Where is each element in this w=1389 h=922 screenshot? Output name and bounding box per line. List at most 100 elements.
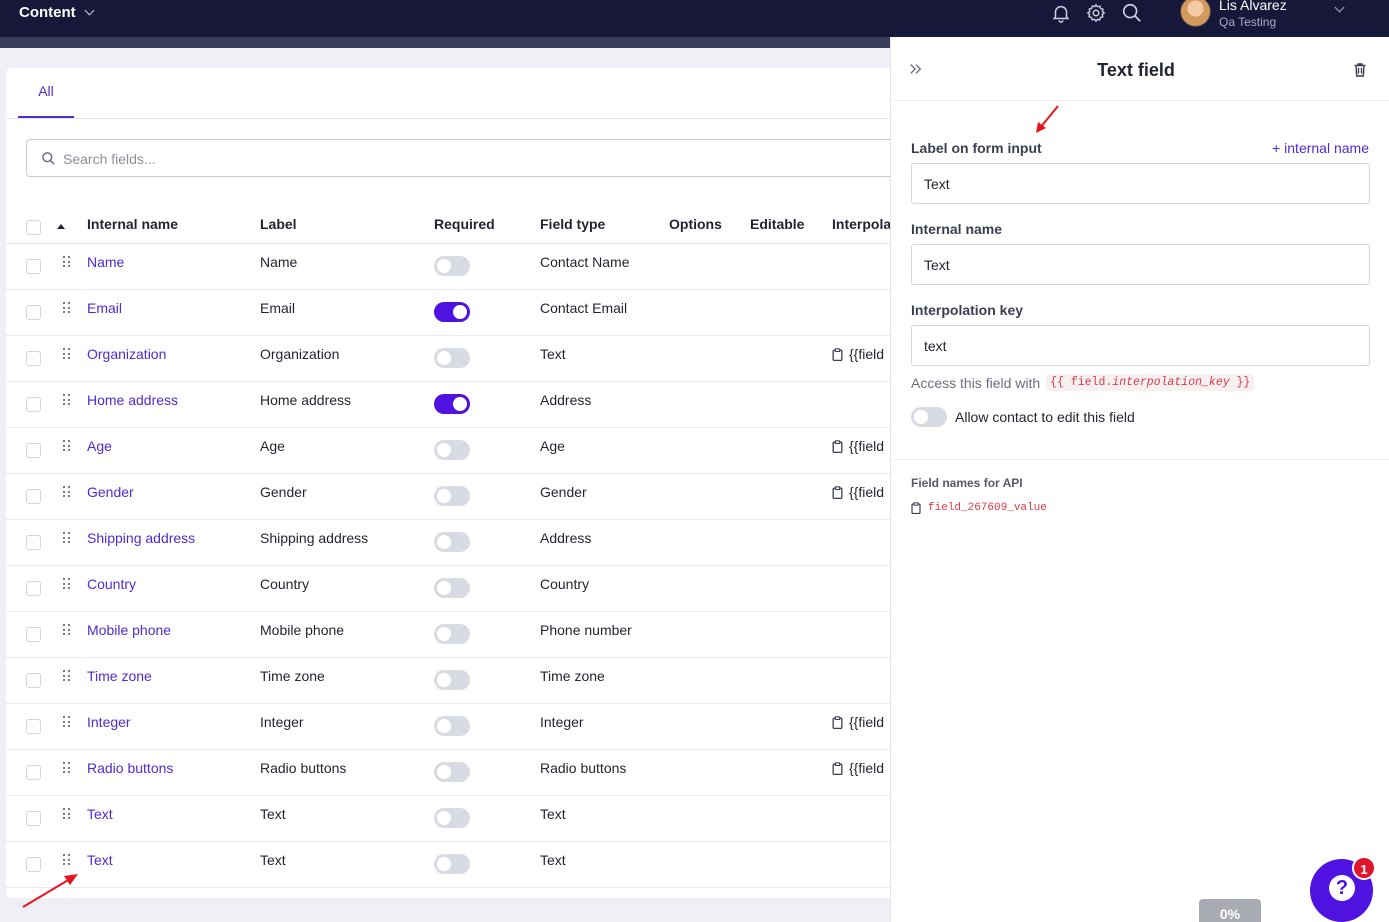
field-internal-name-link[interactable]: Home address — [87, 392, 178, 408]
table-row[interactable]: Organization Organization Text {{field — [6, 336, 890, 382]
table-row[interactable]: Age Age Age {{field — [6, 428, 890, 474]
drag-handle-icon[interactable] — [63, 808, 71, 820]
required-toggle[interactable] — [434, 394, 470, 414]
field-internal-name-link[interactable]: Gender — [87, 484, 134, 500]
required-toggle[interactable] — [434, 716, 470, 736]
table-row[interactable]: Text Text Text — [6, 842, 890, 888]
field-internal-name-link[interactable]: Radio buttons — [87, 760, 173, 776]
table-row[interactable]: Name Name Contact Name — [6, 244, 890, 290]
drag-handle-icon[interactable] — [63, 762, 71, 774]
field-internal-name-link[interactable]: Time zone — [87, 668, 152, 684]
field-internal-name-link[interactable]: Organization — [87, 346, 166, 362]
header-internal-name[interactable]: Internal name — [87, 216, 178, 232]
header-interpolation[interactable]: Interpola — [832, 216, 890, 232]
table-row[interactable]: Mobile phone Mobile phone Phone number — [6, 612, 890, 658]
required-toggle[interactable] — [434, 670, 470, 690]
drag-handle-icon[interactable] — [63, 256, 71, 268]
drag-handle-icon[interactable] — [63, 440, 71, 452]
row-checkbox[interactable] — [26, 535, 41, 550]
table-row[interactable]: Gender Gender Gender {{field — [6, 474, 890, 520]
add-internal-name-link[interactable]: + internal name — [1272, 140, 1369, 156]
row-checkbox[interactable] — [26, 673, 41, 688]
row-checkbox[interactable] — [26, 489, 41, 504]
tab-all[interactable]: All — [18, 68, 74, 118]
search-icon[interactable] — [1121, 2, 1143, 24]
drag-handle-icon[interactable] — [63, 716, 71, 728]
required-toggle[interactable] — [434, 256, 470, 276]
table-row[interactable]: Shipping address Shipping address Address — [6, 520, 890, 566]
field-internal-name-link[interactable]: Shipping address — [87, 530, 195, 546]
label-on-form-input[interactable] — [911, 163, 1370, 204]
header-field-type[interactable]: Field type — [540, 216, 605, 232]
section-menu[interactable]: Content — [19, 4, 95, 21]
drag-handle-icon[interactable] — [63, 302, 71, 314]
header-label[interactable]: Label — [260, 216, 297, 232]
table-row[interactable]: Integer Integer Integer {{field — [6, 704, 890, 750]
clipboard-icon[interactable] — [911, 502, 921, 514]
required-toggle[interactable] — [434, 578, 470, 598]
row-checkbox[interactable] — [26, 627, 41, 642]
header-required[interactable]: Required — [434, 216, 495, 232]
clipboard-icon[interactable] — [832, 715, 843, 729]
row-checkbox[interactable] — [26, 443, 41, 458]
trash-icon[interactable] — [1353, 62, 1367, 78]
required-toggle[interactable] — [434, 486, 470, 506]
row-checkbox[interactable] — [26, 765, 41, 780]
allow-edit-toggle[interactable] — [911, 407, 947, 427]
drag-handle-icon[interactable] — [63, 348, 71, 360]
table-row[interactable]: Time zone Time zone Time zone — [6, 658, 890, 704]
clipboard-icon[interactable] — [832, 761, 843, 775]
row-checkbox[interactable] — [26, 811, 41, 826]
annotation-arrow-icon — [1036, 105, 1059, 133]
field-internal-name-link[interactable]: Age — [87, 438, 112, 454]
drag-handle-icon[interactable] — [63, 624, 71, 636]
drag-handle-icon[interactable] — [63, 670, 71, 682]
field-internal-name-link[interactable]: Text — [87, 852, 113, 868]
clipboard-icon[interactable] — [832, 485, 843, 499]
drag-handle-icon[interactable] — [63, 854, 71, 866]
required-toggle[interactable] — [434, 348, 470, 368]
field-internal-name-link[interactable]: Country — [87, 576, 136, 592]
drag-handle-icon[interactable] — [63, 394, 71, 406]
search-input[interactable] — [63, 148, 843, 170]
field-internal-name-link[interactable]: Email — [87, 300, 122, 316]
table-row[interactable]: Text Text Text — [6, 796, 890, 842]
row-checkbox[interactable] — [26, 581, 41, 596]
chevron-down-icon[interactable] — [1334, 2, 1345, 13]
field-internal-name-link[interactable]: Name — [87, 254, 124, 270]
required-toggle[interactable] — [434, 854, 470, 874]
table-row[interactable]: Radio buttons Radio buttons Radio buttons {… — [6, 750, 890, 796]
field-internal-name-link[interactable]: Integer — [87, 714, 131, 730]
drag-handle-icon[interactable] — [63, 486, 71, 498]
avatar[interactable] — [1180, 0, 1211, 27]
row-checkbox[interactable] — [26, 351, 41, 366]
select-all-checkbox[interactable] — [26, 220, 41, 235]
field-internal-name-link[interactable]: Text — [87, 806, 113, 822]
interpolation-key-input[interactable] — [911, 325, 1370, 366]
table-row[interactable]: Home address Home address Address — [6, 382, 890, 428]
field-internal-name-link[interactable]: Mobile phone — [87, 622, 171, 638]
drag-handle-icon[interactable] — [63, 578, 71, 590]
required-toggle[interactable] — [434, 808, 470, 828]
drag-handle-icon[interactable] — [63, 532, 71, 544]
sort-asc-icon[interactable] — [57, 224, 65, 229]
row-checkbox[interactable] — [26, 259, 41, 274]
required-toggle[interactable] — [434, 762, 470, 782]
row-checkbox[interactable] — [26, 305, 41, 320]
clipboard-icon[interactable] — [832, 439, 843, 453]
table-row[interactable]: Country Country Country — [6, 566, 890, 612]
row-checkbox[interactable] — [26, 397, 41, 412]
bell-icon[interactable] — [1050, 2, 1072, 24]
required-toggle[interactable] — [434, 532, 470, 552]
header-options[interactable]: Options — [669, 216, 722, 232]
gear-icon[interactable] — [1085, 2, 1107, 24]
required-toggle[interactable] — [434, 302, 470, 322]
internal-name-input[interactable] — [911, 244, 1370, 285]
clipboard-icon[interactable] — [832, 347, 843, 361]
table-row[interactable]: Email Email Contact Email — [6, 290, 890, 336]
row-checkbox[interactable] — [26, 719, 41, 734]
required-toggle[interactable] — [434, 440, 470, 460]
header-editable[interactable]: Editable — [750, 216, 804, 232]
required-toggle[interactable] — [434, 624, 470, 644]
interpolation-cell: {{field — [832, 760, 884, 776]
